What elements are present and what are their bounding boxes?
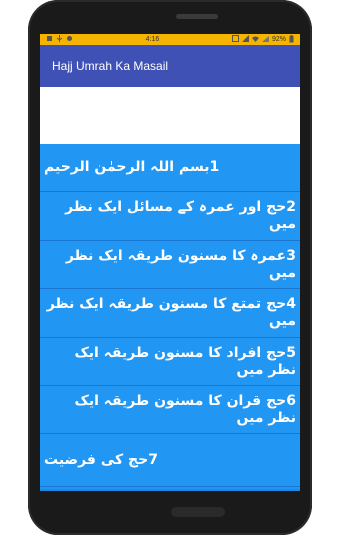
list-item-label: 6حج قران کا مسنون طریقہ ایک نظر میں: [74, 392, 297, 426]
topic-list: 1بسم اللہ الرحمٰن الرحیم 2حج اور عمرہ کے…: [40, 144, 300, 487]
list-item-label: 4حج تمتع کا مسنون طریقہ ایک نظر میں: [46, 296, 296, 329]
list-item[interactable]: 2حج اور عمرہ کے مسائل ایک نظر میں: [40, 192, 300, 241]
status-bar: 4:16 92%: [40, 34, 300, 45]
sim-icon: [261, 35, 269, 44]
nfc-icon: [231, 35, 239, 44]
status-time: 4:16: [145, 36, 160, 43]
battery-percent: 92%: [271, 36, 286, 43]
list-item[interactable]: 3عمرہ کا مسنون طریقہ ایک نظر میں: [40, 241, 300, 289]
status-left: [46, 35, 73, 44]
list-item[interactable]: 4حج تمتع کا مسنون طریقہ ایک نظر میں: [40, 289, 300, 338]
status-right: 92%: [231, 34, 294, 45]
app-screen: 4:16 92% Hajj Umrah Ka Masail 1بسم اللہ …: [40, 34, 300, 491]
signal-icon: [241, 35, 249, 44]
phone-home-button[interactable]: [171, 507, 225, 517]
list-item-label: 7حج کی فرضیت: [44, 451, 158, 468]
screen-bottom-edge: [40, 489, 300, 491]
android-icon: [66, 35, 73, 44]
list-item[interactable]: 7حج کی فرضیت: [40, 434, 300, 487]
list-item[interactable]: 6حج قران کا مسنون طریقہ ایک نظر میں: [40, 386, 300, 434]
phone-speaker: [176, 14, 218, 19]
list-item-label: 5حج افراد کا مسنون طریقہ ایک نظر میں: [74, 344, 296, 378]
wifi-icon: [251, 35, 259, 44]
ad-banner[interactable]: [40, 87, 300, 144]
list-item[interactable]: 1بسم اللہ الرحمٰن الرحیم: [40, 144, 300, 192]
app-title: Hajj Umrah Ka Masail: [52, 59, 169, 73]
list-item-label: 3عمرہ کا مسنون طریقہ ایک نظر میں: [65, 247, 296, 281]
usb-icon: [56, 35, 63, 44]
app-bar: Hajj Umrah Ka Masail: [40, 45, 300, 87]
list-item-label: 2حج اور عمرہ کے مسائل ایک نظر میں: [65, 199, 296, 232]
battery-icon: [289, 34, 294, 45]
list-item[interactable]: 5حج افراد کا مسنون طریقہ ایک نظر میں: [40, 338, 300, 386]
list-item-label: 1بسم اللہ الرحمٰن الرحیم: [44, 159, 220, 175]
notification-icon: [46, 35, 53, 44]
